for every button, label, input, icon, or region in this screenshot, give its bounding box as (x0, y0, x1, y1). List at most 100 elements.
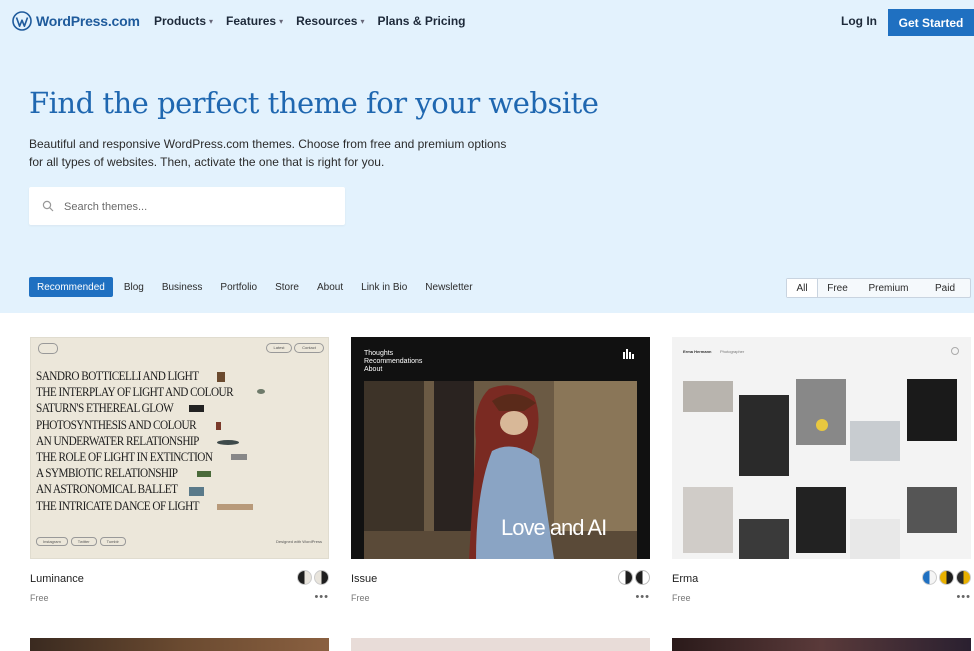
search-input[interactable] (62, 197, 336, 217)
style-variations (297, 570, 329, 585)
gallery-photo (683, 381, 733, 412)
theme-card-luminance[interactable]: Latest Contact SANDRO BOTTICELLI AND LIG… (30, 337, 329, 603)
filter-free[interactable]: Free (818, 279, 857, 297)
headline: SANDRO BOTTICELLI AND LIGHT (36, 369, 199, 383)
thumbnail-image (257, 389, 265, 394)
theme-card-preview-cropped[interactable] (30, 638, 329, 651)
gallery-photo (796, 487, 846, 553)
theme-card-issue[interactable]: Thoughts Recommendations About Love and … (351, 337, 650, 603)
preview-menu-item: Recommendations (364, 358, 423, 365)
theme-price: Free (351, 593, 370, 603)
price-filter: All Free Premium Paid (786, 278, 971, 298)
theme-preview-luminance[interactable]: Latest Contact SANDRO BOTTICELLI AND LIG… (30, 337, 329, 559)
thumbnail-image (197, 471, 211, 477)
search-box (29, 187, 345, 225)
style-variation-swatch[interactable] (956, 570, 971, 585)
more-options-icon[interactable]: ••• (635, 591, 650, 603)
chevron-down-icon: ▾ (209, 16, 214, 26)
style-variation-swatch[interactable] (922, 570, 937, 585)
nav-resources-label: Resources (296, 14, 358, 28)
gallery-photo-detail (816, 419, 828, 431)
tab-recommended[interactable]: Recommended (29, 277, 113, 297)
footer-tag: Instagram (36, 537, 68, 546)
theme-name[interactable]: Erma (672, 573, 698, 585)
preview-menu-item: About (364, 366, 383, 373)
style-variation-swatch[interactable] (314, 570, 329, 585)
preview-site-title: Erma Hermann (683, 349, 712, 354)
footer-tag: Tumblr (99, 537, 126, 546)
style-variations (922, 570, 971, 585)
login-link[interactable]: Log In (841, 14, 877, 28)
get-started-button[interactable]: Get Started (888, 9, 974, 36)
headline: THE ROLE OF LIGHT IN EXTINCTION (36, 450, 213, 465)
top-nav: WordPress.com Products ▾ Features ▾ Resour… (0, 0, 974, 44)
style-variation-swatch[interactable] (939, 570, 954, 585)
nav-plans-label: Plans & Pricing (377, 14, 466, 28)
headline: AN UNDERWATER RELATIONSHIP (36, 433, 199, 448)
theme-name[interactable]: Luminance (30, 573, 84, 585)
filter-premium[interactable]: Premium (857, 279, 920, 297)
chevron-down-icon: ▾ (360, 16, 365, 26)
tab-business[interactable]: Business (153, 277, 212, 297)
tab-link-in-bio[interactable]: Link in Bio (352, 277, 416, 297)
hero-description: Beautiful and responsive WordPress.com t… (29, 137, 507, 169)
headline: THE INTRICATE DANCE OF LIGHT (36, 498, 200, 513)
theme-card-preview-cropped[interactable] (672, 638, 971, 651)
preview-button-latest: Latest (266, 343, 292, 353)
category-tabs: Recommended Blog Business Portfolio Stor… (29, 277, 482, 297)
nav-resources[interactable]: Resources ▾ (296, 14, 364, 28)
nav-products-label: Products (154, 14, 207, 28)
nav-links: Products ▾ Features ▾ Resources ▾ Plans & P… (154, 14, 466, 28)
thumbnail-image (189, 405, 204, 412)
nav-features[interactable]: Features ▾ (226, 14, 283, 28)
filter-paid[interactable]: Paid (920, 279, 970, 297)
thumbnail-image (231, 454, 247, 460)
theme-name[interactable]: Issue (351, 573, 377, 585)
style-variation-swatch[interactable] (297, 570, 312, 585)
style-variations (618, 570, 650, 585)
search-icon (42, 200, 54, 212)
menu-icon (951, 347, 959, 355)
logo-text: WordPress.com (36, 13, 140, 29)
page-title: Find the perfect theme for your website (29, 86, 599, 120)
thumbnail-image (217, 504, 253, 510)
theme-price: Free (672, 593, 691, 603)
gallery-photo (683, 487, 733, 553)
tab-newsletter[interactable]: Newsletter (416, 277, 481, 297)
logo-link[interactable]: WordPress.com (12, 11, 140, 31)
nav-products[interactable]: Products ▾ (154, 14, 213, 28)
style-variation-swatch[interactable] (618, 570, 633, 585)
footer-tags: Instagram Twitter Tumblr (36, 537, 126, 546)
gallery-photo (907, 379, 957, 441)
gallery-photo (907, 487, 957, 533)
tab-portfolio[interactable]: Portfolio (211, 277, 266, 297)
preview-headline: Love and AI (501, 515, 607, 540)
gallery-photo (850, 519, 900, 559)
filter-all[interactable]: All (787, 279, 818, 297)
theme-preview-erma[interactable]: Erma Hermann Photographer (672, 337, 971, 559)
theme-price: Free (30, 593, 49, 603)
nav-features-label: Features (226, 14, 277, 28)
wordpress-logo-icon (12, 11, 32, 31)
gallery-photo (739, 519, 789, 559)
footer-credit: Designed with WordPress (276, 539, 322, 544)
theme-card-preview-cropped[interactable] (351, 638, 650, 651)
style-variation-swatch[interactable] (635, 570, 650, 585)
preview-button-contact: Contact (294, 343, 324, 353)
site-logo-icon (38, 343, 58, 354)
tab-store[interactable]: Store (266, 277, 308, 297)
preview-site-nav: Photographer (720, 349, 745, 354)
headline: THE INTERPLAY OF LIGHT AND COLOUR (36, 385, 234, 400)
theme-preview-issue[interactable]: Thoughts Recommendations About Love and … (351, 337, 650, 559)
more-options-icon[interactable]: ••• (956, 591, 971, 603)
nav-plans-pricing[interactable]: Plans & Pricing (377, 14, 465, 28)
chevron-down-icon: ▾ (279, 16, 284, 26)
more-options-icon[interactable]: ••• (314, 591, 329, 603)
gallery-photo (796, 379, 846, 445)
thumbnail-image (189, 487, 204, 496)
theme-card-erma[interactable]: Erma Hermann Photographer Erma Free ••• (672, 337, 971, 603)
tab-blog[interactable]: Blog (115, 277, 153, 297)
thumbnail-image (217, 440, 239, 445)
gallery-photo (739, 395, 789, 476)
tab-about[interactable]: About (308, 277, 352, 297)
